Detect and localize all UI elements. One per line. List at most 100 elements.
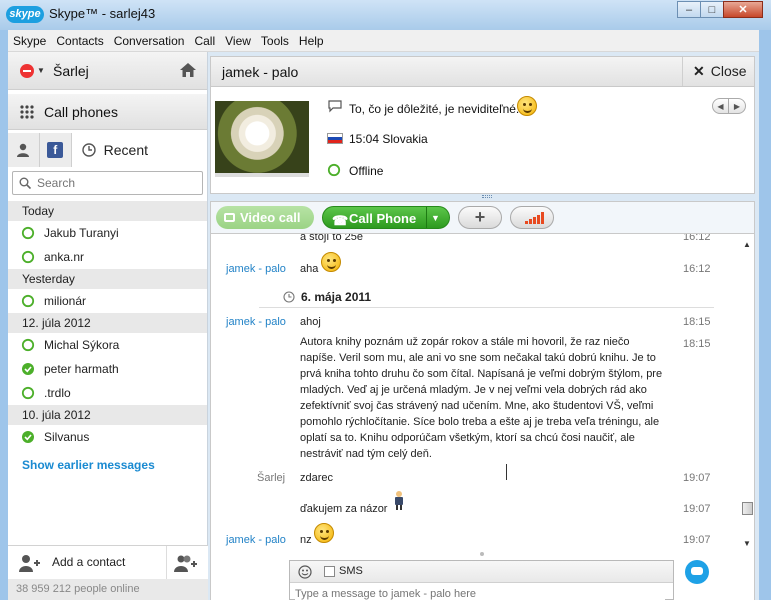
conversation-header: jamek - palo ✕ Close (210, 56, 755, 87)
call-phones-button[interactable]: Call phones (8, 94, 207, 130)
message-time: 18:15 (683, 316, 711, 328)
send-message-button[interactable] (685, 560, 709, 584)
menu-contacts[interactable]: Contacts (51, 34, 108, 48)
chat-scrollbar[interactable]: ▲ ▼ (742, 238, 753, 550)
status-offline-icon (21, 386, 35, 400)
window-controls: – □ ✕ (677, 1, 763, 18)
status-online-icon (22, 431, 34, 443)
call-phone-label: Call Phone (349, 211, 417, 226)
compose-toolbar: SMS (290, 561, 673, 583)
contact-avatar[interactable] (215, 101, 309, 173)
contact-item[interactable]: Michal Sýkora (8, 333, 207, 357)
message-time: 19:07 (683, 534, 711, 546)
window-close-button[interactable]: ✕ (723, 1, 763, 18)
tab-recent[interactable]: Recent (71, 133, 207, 167)
maximize-button[interactable]: □ (700, 1, 724, 18)
message-sender[interactable]: jamek - palo (226, 534, 286, 546)
message-text: a stojí to 25e (300, 234, 363, 243)
message-time: 19:07 (683, 503, 711, 515)
mood-message: To, čo je dôležité, je neviditeľné... (349, 102, 526, 116)
search-box[interactable] (12, 171, 203, 195)
video-call-button[interactable]: Video call (216, 206, 314, 229)
close-conversation-button[interactable]: ✕ Close (682, 57, 754, 86)
tab-recent-label: Recent (103, 142, 149, 158)
menu-call[interactable]: Call (189, 34, 220, 48)
menu-skype[interactable]: Skype (8, 34, 51, 48)
resize-grip[interactable] (482, 195, 492, 198)
add-button[interactable]: + (458, 206, 502, 229)
chevron-down-icon[interactable]: ▼ (431, 207, 440, 230)
text-cursor-icon (506, 464, 508, 480)
menu-conversation[interactable]: Conversation (109, 34, 190, 48)
contact-item[interactable]: Jakub Turanyi (8, 221, 207, 245)
status-online-icon (22, 363, 34, 375)
date-label: 6. mája 2011 (301, 290, 372, 304)
message-text: aha (300, 263, 319, 275)
smiley-icon (321, 252, 341, 272)
message-sender[interactable]: Šarlej (257, 472, 285, 484)
contact-item[interactable]: milionár (8, 289, 207, 313)
tab-contacts[interactable] (8, 133, 40, 167)
arrow-left-icon[interactable]: ◀ (712, 98, 729, 114)
message-sender[interactable]: jamek - palo (226, 263, 286, 275)
home-icon[interactable] (179, 62, 197, 78)
scroll-down-icon[interactable]: ▼ (743, 539, 751, 548)
smiley-icon (314, 523, 334, 543)
status-offline-icon (21, 226, 35, 240)
info-scroll-arrows: ◀ ▶ (712, 98, 746, 114)
contact-item[interactable]: peter harmath (8, 357, 207, 381)
clock-icon (81, 143, 96, 157)
contact-item[interactable]: .trdlo (8, 381, 207, 405)
minimize-button[interactable]: – (677, 1, 701, 18)
chevron-down-icon[interactable]: ▼ (37, 66, 45, 75)
menu-help[interactable]: Help (294, 34, 329, 48)
message-text: nz (300, 534, 312, 546)
add-contact-icon[interactable] (18, 554, 40, 572)
resize-grip[interactable] (480, 552, 484, 556)
contact-name: peter harmath (44, 362, 119, 376)
profile-name[interactable]: Šarlej (53, 63, 89, 79)
menu-view[interactable]: View (220, 34, 256, 48)
chat-history: a stojí to 25e 16:12 jamek - palo aha 16… (210, 234, 755, 552)
message-text: ďakujem za názor (300, 503, 388, 515)
message-sender[interactable]: jamek - palo (226, 316, 286, 328)
scroll-up-icon[interactable]: ▲ (743, 240, 751, 249)
close-label: Close (710, 63, 747, 79)
dialpad-icon (20, 105, 34, 119)
plus-icon: + (474, 207, 486, 227)
arrow-right-icon[interactable]: ▶ (729, 98, 746, 114)
message-time: 16:12 (683, 263, 711, 275)
status-offline-icon (327, 163, 341, 177)
contact-name: milionár (44, 294, 87, 308)
scrollbar-thumb[interactable] (742, 502, 753, 515)
emoticon-icon (395, 491, 403, 510)
message-input[interactable] (295, 587, 665, 600)
divider (166, 546, 167, 580)
left-panel: ▼ Šarlej Call phones f Recent Today (8, 52, 208, 600)
signal-bars-icon (525, 212, 545, 224)
search-input[interactable] (37, 174, 197, 192)
show-earlier-messages-link[interactable]: Show earlier messages (8, 458, 207, 472)
call-phone-button[interactable]: ☎ Call Phone ▼ (322, 206, 450, 229)
message-text: ahoj (300, 316, 321, 328)
contact-name: Silvanus (44, 430, 90, 444)
group-header: 12. júla 2012 (8, 313, 207, 333)
sms-checkbox[interactable] (324, 566, 335, 577)
call-quality-button[interactable] (510, 206, 554, 229)
menu-bar: Skype Contacts Conversation Call View To… (8, 30, 759, 52)
contact-name: Michal Sýkora (44, 338, 120, 352)
group-header: Today (8, 201, 207, 221)
menu-tools[interactable]: Tools (256, 34, 294, 48)
add-contact-button[interactable]: Add a contact (52, 555, 125, 569)
add-group-icon[interactable] (174, 554, 198, 572)
contact-item[interactable]: anka.nr (8, 245, 207, 269)
profile-bar[interactable]: ▼ Šarlej (8, 52, 207, 90)
online-count: 38 959 212 people online (8, 579, 208, 600)
speech-bubble-icon (328, 100, 342, 113)
call-phones-label: Call phones (44, 104, 118, 120)
contact-item[interactable]: Silvanus (8, 425, 207, 449)
tab-facebook[interactable]: f (39, 133, 72, 167)
status-busy-icon[interactable] (20, 64, 34, 78)
message-text: Autora knihy poznám už zopár rokov a stá… (300, 336, 663, 460)
emoticons-icon[interactable] (298, 565, 312, 579)
